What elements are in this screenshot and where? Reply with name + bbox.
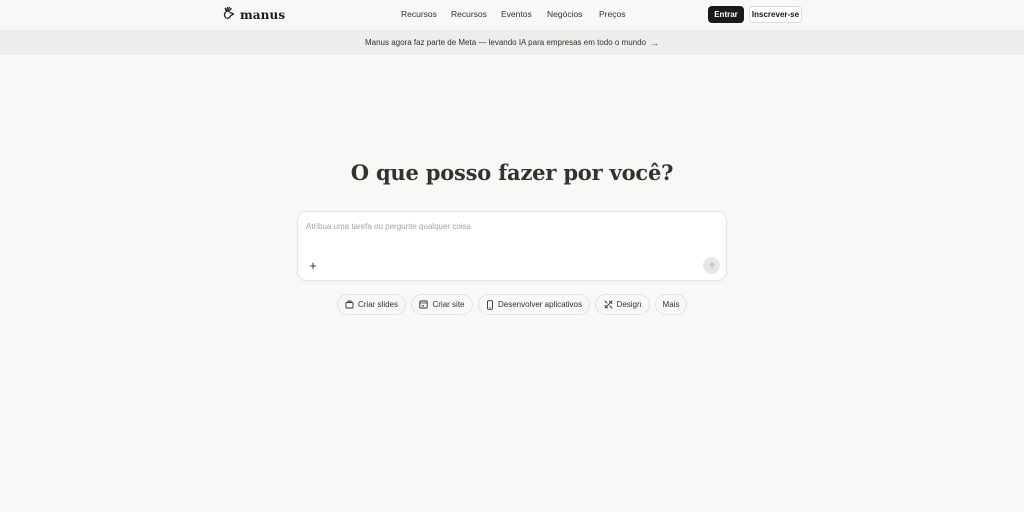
chip-label: Criar slides [357, 300, 398, 309]
design-tools-icon [604, 300, 612, 309]
brand-logo[interactable]: manus [223, 6, 285, 24]
nav-item-precos[interactable]: Preços [599, 9, 625, 19]
mobile-phone-icon [487, 299, 493, 310]
add-attachment-button[interactable]: + [306, 258, 320, 272]
task-input[interactable] [306, 219, 706, 233]
nav-item-recursos-2[interactable]: Recursos [451, 9, 487, 19]
chip-criar-slides[interactable]: Criar slides [337, 294, 406, 315]
nav-item-negocios[interactable]: Negócios [547, 9, 582, 19]
chip-label: Desenvolver aplicativos [497, 300, 583, 309]
chip-label: Mais [662, 300, 680, 309]
task-composer: + [297, 211, 727, 281]
manus-hand-icon [223, 6, 235, 24]
browser-window-icon [419, 300, 429, 309]
chip-label: Design [616, 300, 642, 309]
suggestion-chips: Criar slides Criar site Desenvolver apli… [0, 294, 1024, 315]
presentation-icon [345, 300, 354, 309]
chip-mais[interactable]: Mais [655, 294, 687, 315]
nav-item-eventos[interactable]: Eventos [501, 9, 532, 19]
arrow-right-icon: → [650, 37, 660, 48]
login-button[interactable]: Entrar [708, 6, 744, 23]
nav-item-recursos[interactable]: Recursos [401, 9, 437, 19]
announcement-banner[interactable]: Manus agora faz parte de Meta — levando … [0, 30, 1024, 55]
signup-button[interactable]: Inscrever-se [749, 6, 802, 23]
chip-desenvolver-aplicativos[interactable]: Desenvolver aplicativos [478, 294, 590, 315]
chip-criar-site[interactable]: Criar site [411, 294, 473, 315]
brand-name: manus [240, 8, 286, 22]
chip-design[interactable]: Design [595, 294, 650, 315]
banner-text: Manus agora faz parte de Meta — levando … [364, 38, 647, 47]
send-button[interactable] [703, 257, 720, 274]
chip-label: Criar site [432, 300, 465, 309]
arrow-up-icon [708, 262, 715, 269]
top-navigation-bar: manus Recursos Recursos Eventos Negócios… [0, 0, 1024, 30]
page-title: O que posso fazer por você? [350, 160, 674, 185]
